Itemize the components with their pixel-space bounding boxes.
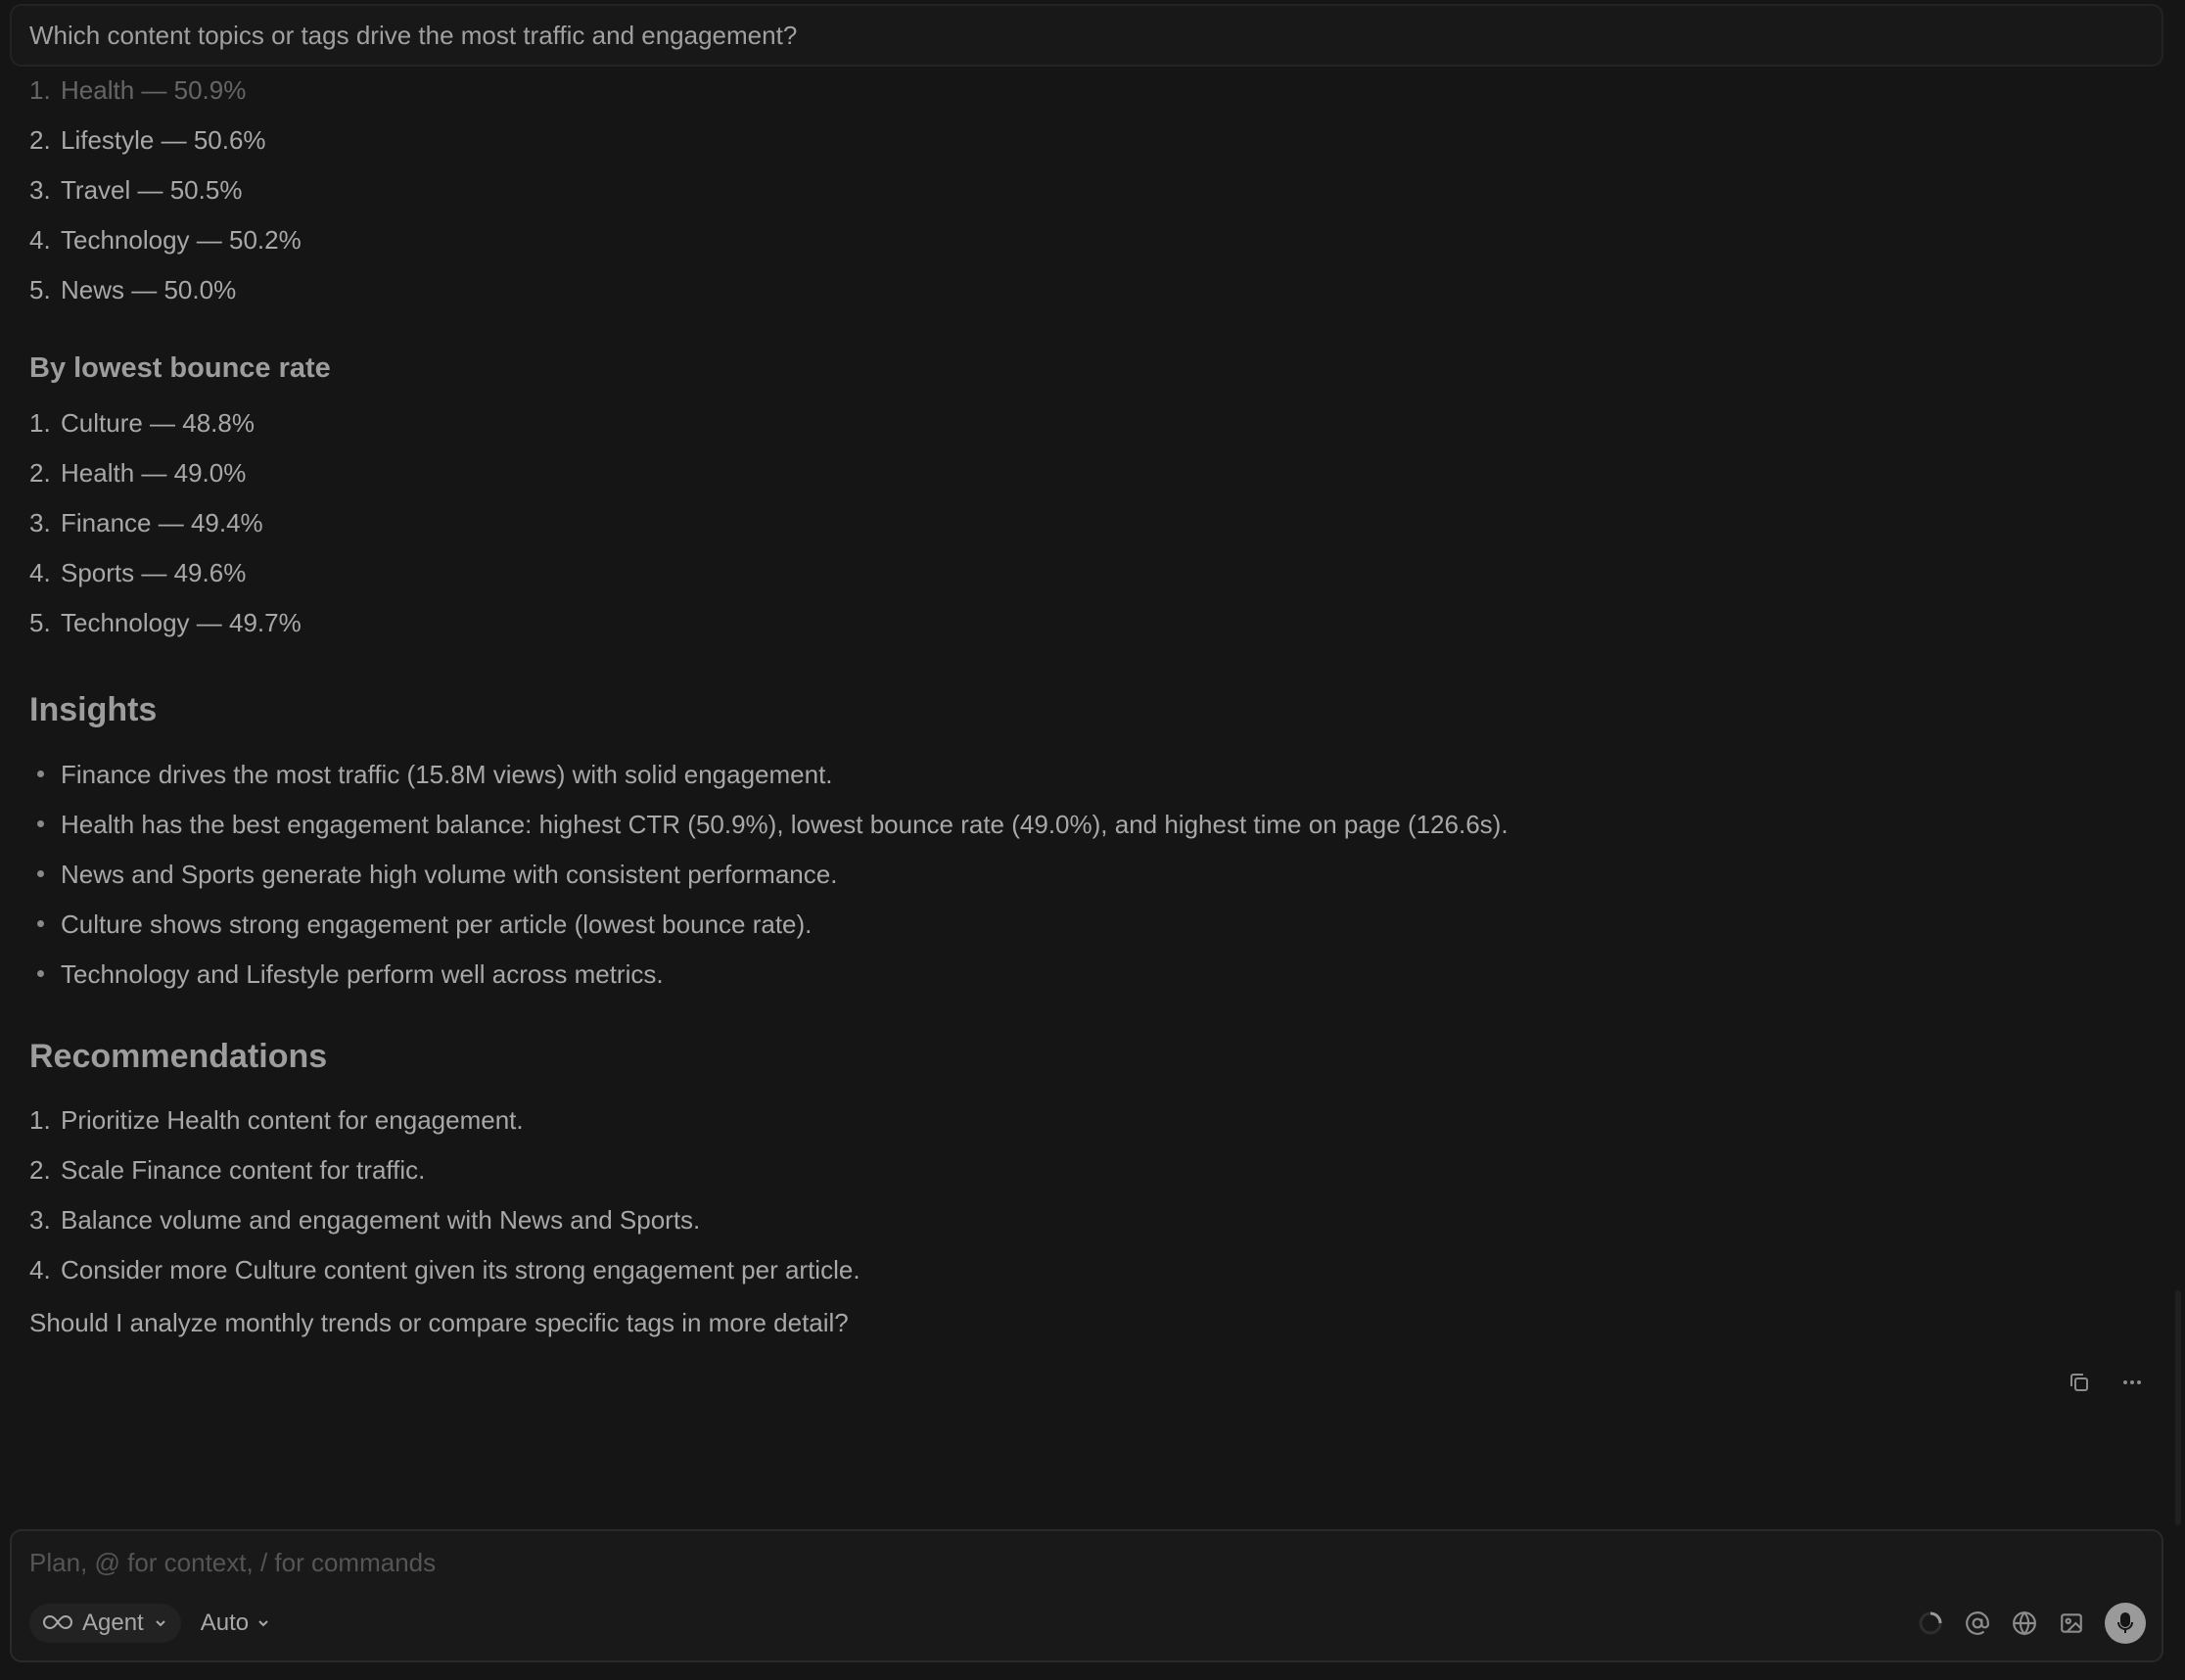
bullet-item-text: Culture shows strong engagement per arti…: [61, 910, 813, 939]
list-number: 3.: [29, 175, 51, 205]
at-mention-icon[interactable]: [1964, 1610, 1991, 1637]
agent-mode-label: Agent: [82, 1610, 144, 1636]
list-number: 1.: [29, 75, 51, 105]
list-number: 5.: [29, 608, 51, 637]
bullet-item: Technology and Lifestyle perform well ac…: [29, 957, 664, 992]
chat-input[interactable]: [29, 1545, 2085, 1580]
list-number: 4.: [29, 225, 51, 255]
list-number: 4.: [29, 1255, 51, 1284]
list-number: 2.: [29, 1155, 51, 1185]
list-item-text: Travel — 50.5%: [61, 175, 243, 205]
list-item: 1. Health — 50.9%: [29, 72, 246, 108]
list-number: 2.: [29, 125, 51, 155]
composer: Agent Auto: [10, 1529, 2163, 1662]
bullet-item-text: Health has the best engagement balance: …: [61, 810, 1509, 839]
bullet-dot: [37, 869, 44, 877]
scrollbar[interactable]: [2175, 1290, 2181, 1525]
list-number: 5.: [29, 275, 51, 304]
section-heading-insights: Insights: [29, 691, 158, 728]
bullet-item: Culture shows strong engagement per arti…: [29, 907, 812, 942]
loading-spinner-icon: [1917, 1610, 1944, 1637]
model-dropdown[interactable]: Auto: [189, 1604, 282, 1643]
list-number: 1.: [29, 408, 51, 438]
more-icon[interactable]: [2118, 1369, 2146, 1396]
bullet-item: News and Sports generate high volume wit…: [29, 857, 837, 892]
list-item: 4. Sports — 49.6%: [29, 555, 246, 590]
list-item: 4. Technology — 50.2%: [29, 222, 302, 257]
list-item: 1. Prioritize Health content for engageme…: [29, 1102, 524, 1138]
list-item-text: Prioritize Health content for engagement…: [61, 1105, 524, 1135]
composer-toolbar: Agent Auto: [29, 1602, 2146, 1645]
list-item: 1. Culture — 48.8%: [29, 405, 255, 441]
list-item: 2. Lifestyle — 50.6%: [29, 122, 266, 158]
list-item: 3. Travel — 50.5%: [29, 172, 242, 208]
list-item-text: Sports — 49.6%: [61, 558, 247, 587]
copy-icon[interactable]: [2066, 1369, 2093, 1396]
followup-question: Should I analyze monthly trends or compa…: [29, 1308, 849, 1337]
list-item-text: Technology — 49.7%: [61, 608, 302, 637]
user-query[interactable]: Which content topics or tags drive the m…: [10, 4, 2163, 67]
chevron-down-icon: [154, 1610, 167, 1637]
bullet-item: Health has the best engagement balance: …: [29, 807, 1509, 842]
list-item-text: Scale Finance content for traffic.: [61, 1155, 426, 1185]
list-item: 5. News — 50.0%: [29, 272, 236, 307]
infinity-icon: [43, 1610, 72, 1637]
list-item: 3. Finance — 49.4%: [29, 505, 263, 540]
image-icon[interactable]: [2058, 1610, 2085, 1637]
bullet-dot: [37, 919, 44, 927]
list-item-text: Health — 50.9%: [61, 75, 247, 105]
list-item: 2. Health — 49.0%: [29, 455, 246, 490]
bullet-item-text: News and Sports generate high volume wit…: [61, 860, 838, 889]
list-item: 3. Balance volume and engagement with New…: [29, 1202, 700, 1237]
agent-mode-dropdown[interactable]: Agent: [29, 1604, 181, 1643]
bullet-dot: [37, 819, 44, 827]
list-item-text: Culture — 48.8%: [61, 408, 255, 438]
bullet-item: Finance drives the most traffic (15.8M v…: [29, 757, 833, 792]
section-heading-recommendations: Recommendations: [29, 1038, 328, 1075]
bullet-dot: [37, 969, 44, 977]
bullet-item-text: Technology and Lifestyle perform well ac…: [61, 959, 664, 989]
list-number: 3.: [29, 508, 51, 537]
list-item-text: Health — 49.0%: [61, 458, 247, 488]
composer-actions: [1917, 1603, 2146, 1644]
list-number: 3.: [29, 1205, 51, 1235]
list-number: 4.: [29, 558, 51, 587]
list-item-text: Balance volume and engagement with News …: [61, 1205, 701, 1235]
list-item: 4. Consider more Culture content given it…: [29, 1252, 860, 1287]
microphone-icon[interactable]: [2105, 1603, 2146, 1644]
chat-window: Which content topics or tags drive the m…: [0, 0, 2185, 1680]
globe-icon[interactable]: [2011, 1610, 2038, 1637]
list-number: 1.: [29, 1105, 51, 1135]
model-label: Auto: [200, 1610, 250, 1636]
list-item: 5. Technology — 49.7%: [29, 605, 302, 640]
list-item-text: Lifestyle — 50.6%: [61, 125, 266, 155]
list-item-text: News — 50.0%: [61, 275, 237, 304]
list-item-text: Technology — 50.2%: [61, 225, 302, 255]
section-heading-bounce: By lowest bounce rate: [29, 352, 331, 384]
message-actions: [2066, 1369, 2146, 1396]
bullet-item-text: Finance drives the most traffic (15.8M v…: [61, 760, 833, 789]
list-item-text: Finance — 49.4%: [61, 508, 263, 537]
list-item-text: Consider more Culture content given its …: [61, 1255, 860, 1284]
list-item: 2. Scale Finance content for traffic.: [29, 1152, 425, 1188]
chevron-down-icon: [256, 1610, 270, 1637]
list-number: 2.: [29, 458, 51, 488]
user-query-text: Which content topics or tags drive the m…: [29, 20, 798, 50]
bullet-dot: [37, 770, 44, 777]
